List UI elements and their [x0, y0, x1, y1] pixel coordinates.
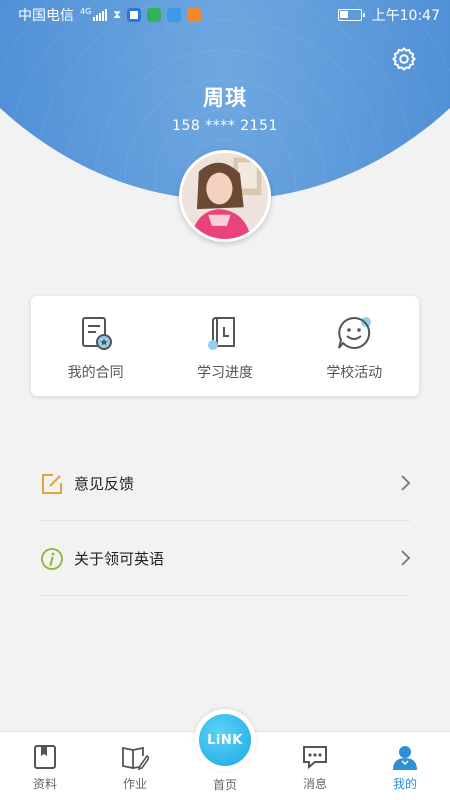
menu-item-feedback[interactable]: 意见反馈: [0, 446, 450, 521]
menu-item-label: 关于领可英语: [74, 550, 165, 568]
user-icon: [393, 746, 417, 770]
tab-label: 我的: [392, 777, 417, 791]
tab-profile[interactable]: 我的: [360, 732, 450, 800]
avatar-photo: [182, 153, 268, 239]
user-phone: 158 **** 2151: [172, 118, 278, 134]
avatar[interactable]: [179, 150, 271, 242]
smiley-chat-icon: [338, 316, 372, 349]
chevron-right-icon: [401, 475, 411, 491]
tab-messages[interactable]: 消息: [270, 732, 360, 800]
chevron-right-icon: [401, 550, 411, 566]
quick-actions-card: 我的合同 学习进度 学校活动: [31, 296, 419, 396]
battery-icon: [337, 9, 365, 21]
network-type: 4G: [80, 6, 92, 16]
link-logo-text: LiNK: [207, 732, 243, 748]
info-icon: [41, 547, 63, 570]
app-play-icon: [147, 8, 162, 22]
user-name: 周琪: [203, 86, 247, 110]
progress-book-icon: [207, 317, 235, 350]
app-bird-icon: [167, 8, 182, 22]
chat-bubble-icon: [303, 746, 327, 770]
bookmark-book-icon: [34, 745, 56, 769]
menu-item-about[interactable]: 关于领可英语: [0, 521, 450, 596]
contract-icon: [81, 317, 112, 350]
carrier-name: 中国电信: [18, 8, 74, 24]
feedback-edit-icon: [42, 473, 62, 494]
quick-action-label: 学习进度: [196, 365, 253, 381]
quick-action-progress[interactable]: 学习进度: [160, 296, 289, 396]
hourglass-icon: ⧗: [113, 8, 122, 21]
tab-label: 消息: [302, 777, 327, 791]
divider: [40, 595, 410, 596]
quick-action-label: 我的合同: [67, 365, 124, 381]
quick-action-label: 学校活动: [326, 365, 383, 381]
quick-action-school-events[interactable]: 学校活动: [290, 296, 419, 396]
status-bar: 中国电信 4G ⧗ 上午10:47: [0, 0, 450, 30]
app-uc-icon: [187, 8, 202, 22]
signal-icon: [93, 9, 108, 21]
app-shield-icon: [127, 8, 142, 22]
tab-label: 资料: [32, 777, 57, 791]
quick-action-contract[interactable]: 我的合同: [31, 296, 160, 396]
tab-materials[interactable]: 资料: [0, 732, 90, 800]
menu-item-label: 意见反馈: [74, 475, 135, 493]
status-time: 上午10:47: [371, 8, 440, 24]
settings-menu-list: 意见反馈 关于领可英语: [0, 446, 450, 596]
home-link-button[interactable]: LiNK: [199, 714, 251, 766]
settings-gear-icon[interactable]: [391, 46, 417, 72]
tab-homework[interactable]: 作业: [90, 732, 180, 800]
tab-home-label[interactable]: 首页: [180, 776, 270, 793]
tab-label: 作业: [122, 777, 147, 791]
book-pencil-icon: [122, 746, 149, 770]
